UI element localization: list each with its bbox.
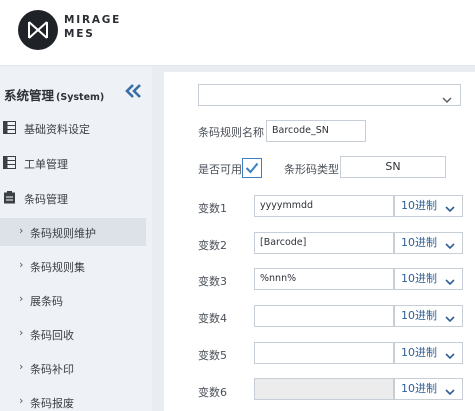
variable-base-value: 10进制 [401, 382, 437, 395]
chevron-right-icon: › [19, 224, 24, 237]
chevron-right-icon: › [19, 258, 24, 271]
variable-1-label: 变数1 [198, 202, 227, 215]
chevron-down-icon [445, 348, 455, 368]
chevron-down-icon [445, 384, 455, 404]
sidebar-subitem-label: 条码报废 [30, 397, 74, 410]
sidebar-subitem-extend-barcode[interactable]: › 展条码 [0, 286, 146, 314]
variable-base-value: 10进制 [401, 346, 437, 359]
variable-5-base-select[interactable]: 10进制 [394, 342, 463, 364]
double-chevron-left-icon[interactable] [123, 80, 145, 102]
sidebar-subitem-barcode-reprint[interactable]: › 条码补印 [0, 354, 146, 382]
rule-select-dropdown[interactable] [198, 84, 461, 106]
chevron-right-icon: › [19, 326, 24, 339]
variable-2-label: 变数2 [198, 239, 227, 252]
top-header: MIRAGE MES [0, 0, 475, 66]
sidebar-item-basic-data[interactable]: 基础资料设定 [0, 114, 152, 142]
sidebar-item-label: 条码管理 [24, 193, 68, 206]
mirage-logo-icon[interactable] [18, 10, 58, 50]
variable-4-label: 变数4 [198, 312, 227, 325]
rule-name-input[interactable]: Barcode_SN [266, 120, 366, 142]
sidebar-title-text: 系统管理 [4, 88, 55, 103]
barcode-rule-form: 条码规则名称 Barcode_SN 是否可用 条形码类型 SN 变数1 yyyy… [164, 72, 475, 411]
sidebar-subitem-rule-maintenance[interactable]: › 条码规则维护 [0, 218, 146, 246]
sidebar-header: 系统管理 (System) [0, 76, 152, 110]
chevron-down-icon [445, 311, 455, 331]
variable-base-value: 10进制 [401, 199, 437, 212]
brand-line-2: MES [64, 28, 95, 40]
sidebar-subitem-label: 条码补印 [30, 363, 74, 376]
variable-2-base-select[interactable]: 10进制 [394, 232, 463, 254]
variable-base-value: 10进制 [401, 272, 437, 285]
sidebar-subitem-label: 条码规则维护 [30, 227, 96, 240]
sidebar-subitem-label: 条码回收 [30, 329, 74, 342]
sidebar-item-work-orders[interactable]: 工单管理 [0, 149, 152, 177]
sidebar-subitem-rule-set[interactable]: › 条码规则集 [0, 252, 146, 280]
variable-6-input[interactable] [254, 378, 394, 400]
variable-4-base-select[interactable]: 10进制 [394, 305, 463, 327]
rule-name-label: 条码规则名称 [198, 126, 264, 139]
barcode-type-label: 条形码类型 [284, 163, 339, 176]
barcode-type-select[interactable]: SN [340, 156, 446, 178]
variable-base-value: 10进制 [401, 236, 437, 249]
variable-6-base-select[interactable]: 10进制 [394, 378, 463, 400]
brand-line-1: MIRAGE [64, 14, 122, 26]
variable-1-input[interactable]: yyyymmdd [254, 195, 394, 217]
variable-5-input[interactable] [254, 342, 394, 364]
chevron-right-icon: › [19, 360, 24, 373]
sidebar: 系统管理 (System) 基础资料设定 工单管理 条码管理 › 条码规则维护 ›… [0, 66, 152, 411]
variable-3-label: 变数3 [198, 275, 227, 288]
variable-1-base-select[interactable]: 10进制 [394, 195, 463, 217]
variable-2-input[interactable]: [Barcode] [254, 232, 394, 254]
sidebar-item-label: 工单管理 [24, 158, 68, 171]
variable-5-label: 变数5 [198, 349, 227, 362]
variable-6-label: 变数6 [198, 386, 227, 399]
chevron-down-icon [445, 201, 455, 221]
variable-4-input[interactable] [254, 305, 394, 327]
sidebar-title-sub: (System) [56, 92, 105, 103]
variable-base-value: 10进制 [401, 309, 437, 322]
table-icon [3, 156, 16, 169]
clipboard-icon [3, 191, 16, 204]
chevron-down-icon [445, 274, 455, 294]
chevron-right-icon: › [19, 394, 24, 407]
barcode-type-value: SN [385, 160, 401, 173]
variable-3-input[interactable]: %nnn% [254, 268, 394, 290]
sidebar-subitem-barcode-scrap[interactable]: › 条码报废 [0, 388, 146, 411]
sidebar-subitem-barcode-recycle[interactable]: › 条码回收 [0, 320, 146, 348]
sidebar-subitem-label: 展条码 [30, 295, 63, 308]
sidebar-subitem-label: 条码规则集 [30, 261, 85, 274]
brand-name: MIRAGE MES [64, 13, 121, 41]
enabled-checkbox[interactable] [242, 158, 262, 178]
variable-3-base-select[interactable]: 10进制 [394, 268, 463, 290]
table-icon [3, 121, 16, 134]
chevron-down-icon [442, 90, 452, 109]
enabled-label: 是否可用 [198, 163, 242, 176]
sidebar-item-barcode-management[interactable]: 条码管理 [0, 184, 152, 212]
chevron-right-icon: › [19, 292, 24, 305]
chevron-down-icon [445, 238, 455, 258]
sidebar-title: 系统管理 (System) [4, 85, 104, 104]
sidebar-item-label: 基础资料设定 [24, 123, 90, 136]
